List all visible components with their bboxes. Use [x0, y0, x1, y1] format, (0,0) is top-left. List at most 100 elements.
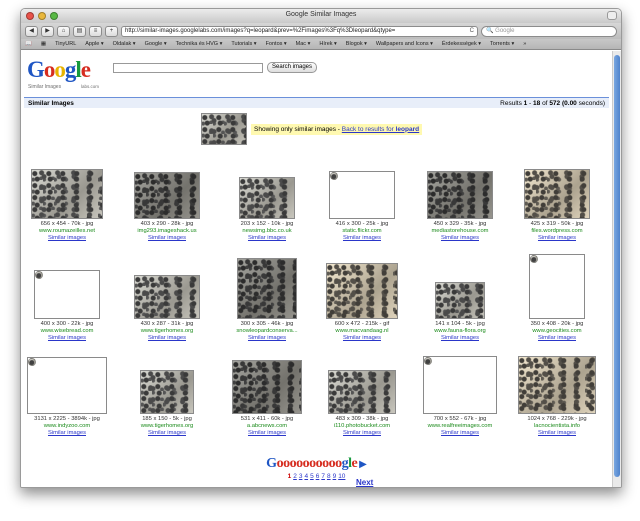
address-bar[interactable]: http://similar-images.googlelabs.com/ima…: [121, 25, 478, 37]
forward-button[interactable]: ▶: [41, 25, 54, 37]
result-thumbnail[interactable]: [31, 169, 103, 219]
bookmark-item[interactable]: Érdekességek ▾: [442, 41, 481, 47]
result-thumbnail[interactable]: [524, 169, 590, 219]
similar-images-link[interactable]: Similar images: [118, 430, 216, 437]
image-search-input[interactable]: [113, 63, 263, 73]
image-dimensions: 450 x 329 - 35k - jpg: [433, 221, 487, 227]
page-number-link[interactable]: 9: [333, 473, 337, 480]
query-image-thumbnail[interactable]: [201, 113, 247, 145]
image-dimensions: 1024 x 768 - 229k - jpg: [527, 416, 587, 422]
result-thumbnail[interactable]: [529, 254, 585, 319]
results-count: Results 1 - 18 of 572 (0.00 seconds): [500, 99, 605, 107]
similar-images-link[interactable]: Similar images: [411, 235, 509, 242]
page-number-link[interactable]: 10: [338, 473, 345, 480]
similar-images-link[interactable]: Similar images: [118, 335, 216, 342]
page-number-link[interactable]: 8: [327, 473, 331, 480]
result-thumbnail[interactable]: [435, 282, 485, 319]
url-text: http://similar-images.googlelabs.com/ima…: [125, 27, 396, 34]
google-logo[interactable]: Google: [27, 57, 91, 83]
scroll-thumb[interactable]: [614, 55, 620, 477]
image-source-domain: lacnocientista.info: [533, 423, 581, 429]
similar-images-link[interactable]: Similar images: [411, 430, 509, 437]
result-thumbnail[interactable]: [328, 370, 396, 414]
next-arrow-icon[interactable]: ▶: [359, 459, 367, 470]
similar-images-link[interactable]: Similar images: [21, 235, 116, 242]
page-number-link[interactable]: 5: [310, 473, 314, 480]
result-thumbnail[interactable]: [34, 270, 100, 319]
bookmark-item[interactable]: TinyURL: [55, 41, 76, 47]
similar-images-link[interactable]: Similar images: [313, 430, 411, 437]
result-thumbnail[interactable]: [427, 171, 493, 219]
vertical-scrollbar[interactable]: [612, 51, 621, 487]
image-source-domain: www.tigerhomes.org: [140, 328, 194, 334]
result-thumbnail[interactable]: [326, 263, 398, 319]
bookmark-item[interactable]: Google ▾: [145, 41, 167, 47]
bookmark-item[interactable]: Oldalak ▾: [113, 41, 136, 47]
similar-images-link[interactable]: Similar images: [21, 430, 116, 437]
reading-list-icon[interactable]: 📖: [25, 41, 32, 47]
bookmark-item[interactable]: Apple ▾: [85, 41, 103, 47]
result-thumbnail[interactable]: [239, 177, 295, 219]
image-dimensions: 403 x 290 - 28k - jpg: [140, 221, 194, 227]
page-number-link[interactable]: 4: [304, 473, 308, 480]
result-thumbnail[interactable]: [423, 356, 497, 414]
bookmark-item[interactable]: Wallpapers and Icons ▾: [376, 41, 433, 47]
toolbar-toggle-button[interactable]: [607, 11, 617, 20]
similar-images-link[interactable]: Similar images: [508, 430, 606, 437]
result-thumbnail[interactable]: [518, 356, 596, 414]
image-dimensions: 430 x 287 - 31k - jpg: [140, 321, 194, 327]
reload-icon[interactable]: C: [470, 27, 474, 36]
image-dimensions: 3131 x 2225 - 3894k - jpg: [34, 416, 100, 422]
similar-images-link[interactable]: Similar images: [21, 335, 116, 342]
bookmark-item[interactable]: Blogok ▾: [346, 41, 367, 47]
similar-images-link[interactable]: Similar images: [508, 235, 606, 242]
result-thumbnail[interactable]: [329, 171, 395, 219]
bookmark-button[interactable]: ▤: [73, 25, 86, 37]
similar-images-link[interactable]: Similar images: [313, 335, 411, 342]
result-thumbnail[interactable]: [27, 357, 107, 414]
bookmark-item[interactable]: Tutorials ▾: [231, 41, 256, 47]
add-bookmark-button[interactable]: +: [105, 25, 118, 37]
all-bookmarks-icon[interactable]: ▦: [41, 41, 46, 47]
page-number-link[interactable]: 2: [293, 473, 297, 480]
similar-images-link[interactable]: Similar images: [218, 235, 316, 242]
search-images-button[interactable]: Search images: [267, 62, 318, 73]
search-icon: 🔍: [486, 27, 494, 34]
similar-images-link[interactable]: Similar images: [508, 335, 606, 342]
image-source-domain: newsimg.bbc.co.uk: [242, 228, 292, 234]
similar-images-link[interactable]: Similar images: [218, 335, 316, 342]
similar-images-link[interactable]: Similar images: [411, 335, 509, 342]
result-thumbnail[interactable]: [140, 370, 194, 414]
page-number-link[interactable]: 6: [316, 473, 320, 480]
result-thumbnail[interactable]: [232, 360, 302, 414]
history-button[interactable]: ≡: [89, 25, 102, 37]
similar-images-link[interactable]: Similar images: [118, 235, 216, 242]
page-number-link[interactable]: 7: [321, 473, 325, 480]
bookmark-item[interactable]: Fontos ▾: [266, 41, 287, 47]
bookmark-item[interactable]: Mac ▾: [296, 41, 311, 47]
image-source-domain: www.roumazeilles.net: [38, 228, 96, 234]
result-thumbnail[interactable]: [134, 275, 200, 319]
image-dimensions: 185 x 150 - 5k - jpg: [142, 416, 192, 422]
page-number-link[interactable]: 3: [299, 473, 303, 480]
bookmark-item[interactable]: Torrents ▾: [490, 41, 514, 47]
bookmark-item[interactable]: »: [523, 41, 526, 47]
bookmark-item[interactable]: Hírek ▾: [319, 41, 336, 47]
back-button[interactable]: ◀: [25, 25, 38, 37]
browser-toolbar: ◀ ▶ ⌂ ▤ ≡ + http://similar-images.google…: [21, 23, 621, 39]
result-thumbnail[interactable]: [134, 172, 200, 219]
bookmark-item[interactable]: Technika és HVG ▾: [176, 41, 223, 47]
image-dimensions: 300 x 305 - 46k - jpg: [240, 321, 294, 327]
back-to-results-link[interactable]: Back to results for leopard: [342, 126, 419, 133]
page-number-link: 1: [287, 473, 292, 480]
similar-images-link[interactable]: Similar images: [218, 430, 316, 437]
plus-icon: +: [109, 27, 114, 34]
home-button[interactable]: ⌂: [57, 25, 70, 37]
image-source-domain: www.realfreeimages.com: [427, 423, 493, 429]
similar-images-link[interactable]: Similar images: [313, 235, 411, 242]
result-thumbnail[interactable]: [237, 258, 297, 319]
browser-search-field[interactable]: 🔍 Google: [481, 25, 617, 37]
pagination-logo: Goooooooooogle ▶: [266, 456, 367, 471]
next-page-link[interactable]: Next: [356, 478, 373, 487]
page-content: Google Similar Images labs.com Search im…: [21, 51, 612, 487]
